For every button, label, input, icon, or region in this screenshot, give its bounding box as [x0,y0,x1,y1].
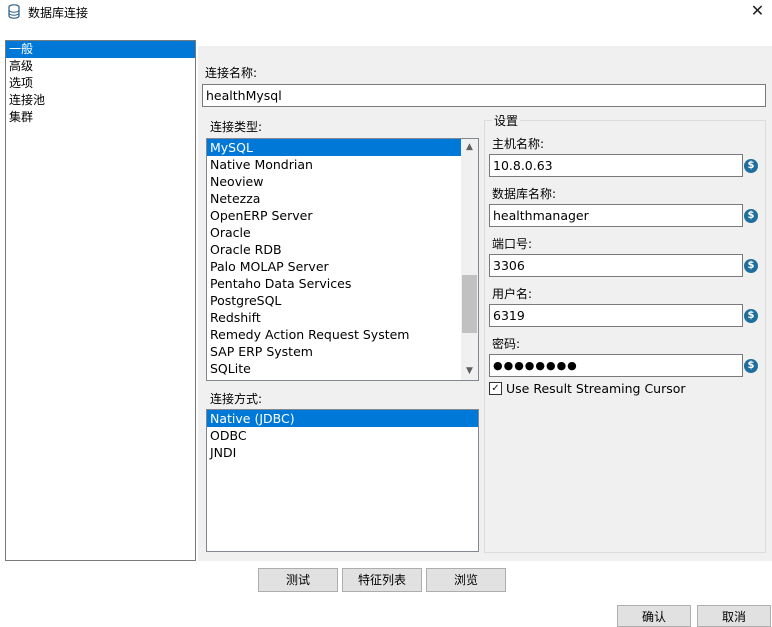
list-item[interactable]: Palo MOLAP Server [207,258,478,275]
nav-item-options[interactable]: 选项 [6,75,195,92]
scroll-up-icon[interactable]: ▲ [461,139,478,156]
password-label: 密码: [492,337,521,351]
close-icon: ✕ [750,1,765,20]
scroll-thumb[interactable] [462,275,477,333]
host-label: 主机名称: [492,137,545,151]
scroll-down-icon[interactable]: ▼ [461,363,478,380]
streaming-cursor-label[interactable]: Use Result Streaming Cursor [506,381,686,396]
connection-type-list[interactable]: MySQL Native Mondrian Neoview Netezza Op… [206,138,479,381]
username-label: 用户名: [492,287,533,301]
window-title: 数据库连接 [28,6,89,20]
close-button[interactable]: ✕ [743,0,772,24]
connection-name-label: 连接名称: [205,66,258,80]
nav-item-cluster[interactable]: 集群 [6,109,195,126]
list-item[interactable]: Pentaho Data Services [207,275,478,292]
database-icon [8,4,20,19]
nav-item-advanced[interactable]: 高级 [6,58,195,75]
browse-button[interactable]: 浏览 [426,568,506,592]
streaming-cursor-checkbox[interactable]: ✓ [489,382,502,395]
access-method-list[interactable]: Native (JDBC) ODBC JNDI [206,409,479,552]
test-button[interactable]: 测试 [258,568,338,592]
list-item[interactable]: MySQL [207,139,461,156]
access-method-label: 连接方式: [210,392,263,406]
host-input[interactable]: 10.8.0.63 [489,154,743,177]
variable-icon[interactable]: $ [744,309,758,323]
feature-list-button[interactable]: 特征列表 [342,568,422,592]
cancel-button[interactable]: 取消 [697,605,771,627]
database-name-label: 数据库名称: [492,187,557,201]
list-item[interactable]: Oracle [207,224,478,241]
variable-icon[interactable]: $ [744,359,758,373]
port-input[interactable]: 3306 [489,254,743,277]
list-item[interactable]: JNDI [207,444,478,461]
list-item[interactable]: Remedy Action Request System [207,326,478,343]
variable-icon[interactable]: $ [744,259,758,273]
title-bar: 数据库连接 ✕ [0,0,772,24]
list-item[interactable]: SQLite [207,360,478,377]
connection-name-input[interactable]: healthMysql [202,84,766,107]
username-input[interactable]: 6319 [489,304,743,327]
variable-icon[interactable]: $ [744,159,758,173]
port-label: 端口号: [492,237,533,251]
list-item[interactable]: OpenERP Server [207,207,478,224]
nav-item-pooling[interactable]: 连接池 [6,92,195,109]
ok-button[interactable]: 确认 [617,605,691,627]
database-name-input[interactable]: healthmanager [489,204,743,227]
category-list[interactable]: 一般 高级 选项 连接池 集群 [5,40,196,561]
variable-icon[interactable]: $ [744,209,758,223]
connection-type-label: 连接类型: [210,120,263,134]
list-item[interactable]: ODBC [207,427,478,444]
list-item[interactable]: Neoview [207,173,478,190]
vertical-scrollbar[interactable]: ▲ ▼ [461,139,478,380]
list-item[interactable]: Netezza [207,190,478,207]
settings-group-title: 设置 [492,112,521,129]
list-item[interactable]: PostgreSQL [207,292,478,309]
password-input[interactable]: ●●●●●●●● [489,354,743,377]
nav-item-general[interactable]: 一般 [6,41,195,58]
list-item[interactable]: Redshift [207,309,478,326]
list-item[interactable]: Native (JDBC) [207,410,478,427]
check-icon: ✓ [491,383,500,394]
list-item[interactable]: Native Mondrian [207,156,478,173]
list-item[interactable]: SAP ERP System [207,343,478,360]
list-item[interactable]: Oracle RDB [207,241,478,258]
